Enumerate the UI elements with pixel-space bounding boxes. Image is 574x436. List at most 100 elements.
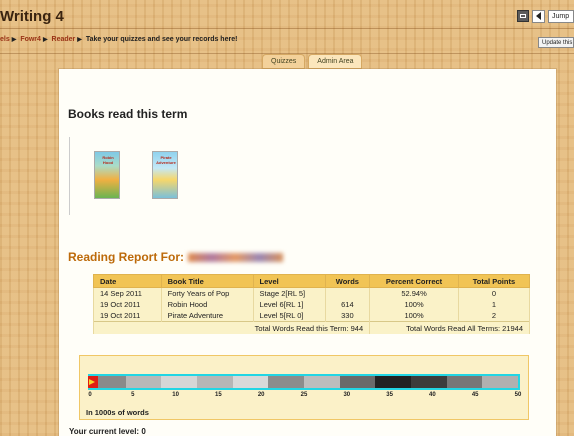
progress-tick-label: 0: [88, 392, 92, 398]
breadcrumb-current: Take your quizzes and see your records h…: [85, 36, 238, 43]
table-cell: 100%: [369, 310, 459, 322]
progress-segment: [250, 376, 269, 388]
table-cell: Robin Hood: [160, 299, 254, 310]
report-heading: Reading Report For:: [68, 250, 283, 264]
progress-segment: [464, 376, 483, 388]
redacted-student-name: [188, 253, 283, 263]
progress-ticks: 0 5 10 15 20 25 30 35 40 45 50: [88, 392, 521, 402]
progress-chart: 0 5 10 15 20 25 30 35 40 45 50 In 1000s of words: [79, 355, 529, 420]
progress-tick-label: 25: [300, 392, 308, 398]
column-header: Total Points: [457, 274, 531, 288]
progress-segment: [428, 376, 447, 388]
current-level: Your current level: 0: [69, 427, 146, 436]
progress-tick-label: 45: [471, 392, 479, 398]
progress-segment: [125, 376, 144, 388]
tab-admin-area[interactable]: Admin Area: [308, 54, 363, 69]
progress-segment: [446, 376, 465, 388]
book-cover-title: Robin Hood: [102, 155, 114, 165]
page-title: Writing 4: [0, 8, 64, 25]
column-header: Date: [93, 274, 162, 288]
window-icon[interactable]: [517, 10, 529, 22]
progress-segment: [410, 376, 429, 388]
table-cell: 19 Oct 2011: [93, 299, 162, 310]
progress-segment: [196, 376, 215, 388]
progress-units-label: In 1000s of words: [86, 408, 149, 417]
column-header: Book Title: [160, 274, 254, 288]
book-cover-pirate-adventure[interactable]: Pirate Adventure: [152, 151, 178, 199]
progress-segment: [161, 376, 180, 388]
total-words-term: Total Words Read this Term: 944: [92, 321, 371, 334]
progress-bar: [88, 374, 520, 390]
progress-tick-label: 20: [257, 392, 265, 398]
breadcrumb-separator-icon: ▶: [42, 37, 48, 43]
book-cover-title: Pirate Adventure: [156, 155, 176, 165]
top-bar: Writing 4 Jump: [0, 0, 574, 30]
progress-segment: [393, 376, 411, 388]
table-cell: 14 Sep 2011: [93, 287, 162, 299]
top-controls: Jump: [517, 9, 574, 23]
books-heading: Books read this term: [68, 107, 188, 121]
progress-segment: [321, 376, 340, 388]
breadcrumb-link-1[interactable]: Fowr4: [20, 36, 41, 43]
table-cell: Forty Years of Pop: [160, 287, 254, 299]
table-cell: 52.94%: [369, 287, 459, 299]
jump-button[interactable]: Jump: [548, 9, 574, 23]
table-cell: 1: [457, 299, 531, 310]
book-cover-robin-hood[interactable]: Robin Hood: [94, 151, 120, 199]
breadcrumb-link-0[interactable]: els: [0, 36, 10, 43]
column-header: Words: [324, 274, 371, 288]
reading-report-table: Date Book Title Level Words Percent Corr…: [92, 274, 531, 334]
table-cell: Pirate Adventure: [160, 310, 254, 322]
progress-segment: [482, 376, 501, 388]
table-row: 14 Sep 2011 Forty Years of Pop Stage 2[R…: [93, 287, 531, 299]
progress-tick-label: 50: [514, 392, 522, 398]
table-cell: 2: [457, 310, 531, 322]
table-cell: 330: [324, 310, 371, 322]
table-cell: 19 Oct 2011: [93, 310, 162, 322]
update-button[interactable]: Update this: [538, 37, 574, 48]
progress-tick-label: 15: [215, 392, 222, 398]
table-cell: 614: [324, 299, 371, 310]
table-row: 19 Oct 2011 Robin Hood Level 6[RL 1] 614…: [93, 299, 531, 310]
back-arrow-icon[interactable]: [532, 9, 545, 23]
progress-tick-label: 30: [343, 392, 351, 398]
divider: [69, 137, 70, 215]
progress-segment: [357, 376, 376, 388]
table-cell: 0: [457, 287, 531, 299]
totals-row: Total Words Read this Term: 944 Total Wo…: [92, 321, 530, 334]
tab-bar: Quizzes Admin Area: [262, 54, 363, 69]
breadcrumb-separator-icon: ▶: [77, 37, 82, 43]
progress-segment: [268, 376, 287, 388]
table-cell: Stage 2[RL 5]: [252, 287, 326, 299]
table-cell: Level 5[RL 0]: [252, 310, 326, 322]
progress-segment: [143, 376, 162, 388]
progress-tick-label: 35: [386, 392, 393, 398]
progress-segment: [286, 376, 304, 388]
progress-segment: [500, 376, 518, 388]
progress-segment: [107, 376, 126, 388]
table-cell: [324, 287, 371, 299]
main-panel: Books read this term Robin Hood Pirate A…: [59, 69, 556, 436]
progress-segment: [232, 376, 251, 388]
table-header-row: Date Book Title Level Words Percent Corr…: [93, 274, 531, 288]
breadcrumb-bar: els ▶ Fowr4 ▶ Reader ▶ Take your quizzes an…: [0, 28, 574, 54]
tab-quizzes[interactable]: Quizzes: [262, 54, 306, 69]
progress-segment: [339, 376, 358, 388]
column-header: Level: [252, 274, 326, 288]
progress-segment: [179, 376, 197, 388]
progress-tick-label: 5: [131, 392, 135, 398]
progress-segment: [303, 376, 322, 388]
progress-tick-label: 10: [172, 392, 179, 398]
breadcrumb-link-2[interactable]: Reader: [52, 36, 76, 43]
progress-tick-label: 40: [429, 392, 436, 398]
table-cell: 100%: [369, 299, 459, 310]
progress-segment: [375, 376, 394, 388]
column-header: Percent Correct: [369, 274, 459, 288]
table-cell: Level 6[RL 1]: [252, 299, 326, 310]
breadcrumb-separator-icon: ▶: [11, 37, 17, 43]
report-heading-label: Reading Report For:: [68, 250, 184, 264]
table-row: 19 Oct 2011 Pirate Adventure Level 5[RL …: [93, 310, 531, 322]
total-words-all: Total Words Read All Terms: 21944: [369, 321, 530, 334]
progress-segment: [214, 376, 233, 388]
breadcrumb: els ▶ Fowr4 ▶ Reader ▶ Take your quizzes an…: [0, 36, 237, 43]
